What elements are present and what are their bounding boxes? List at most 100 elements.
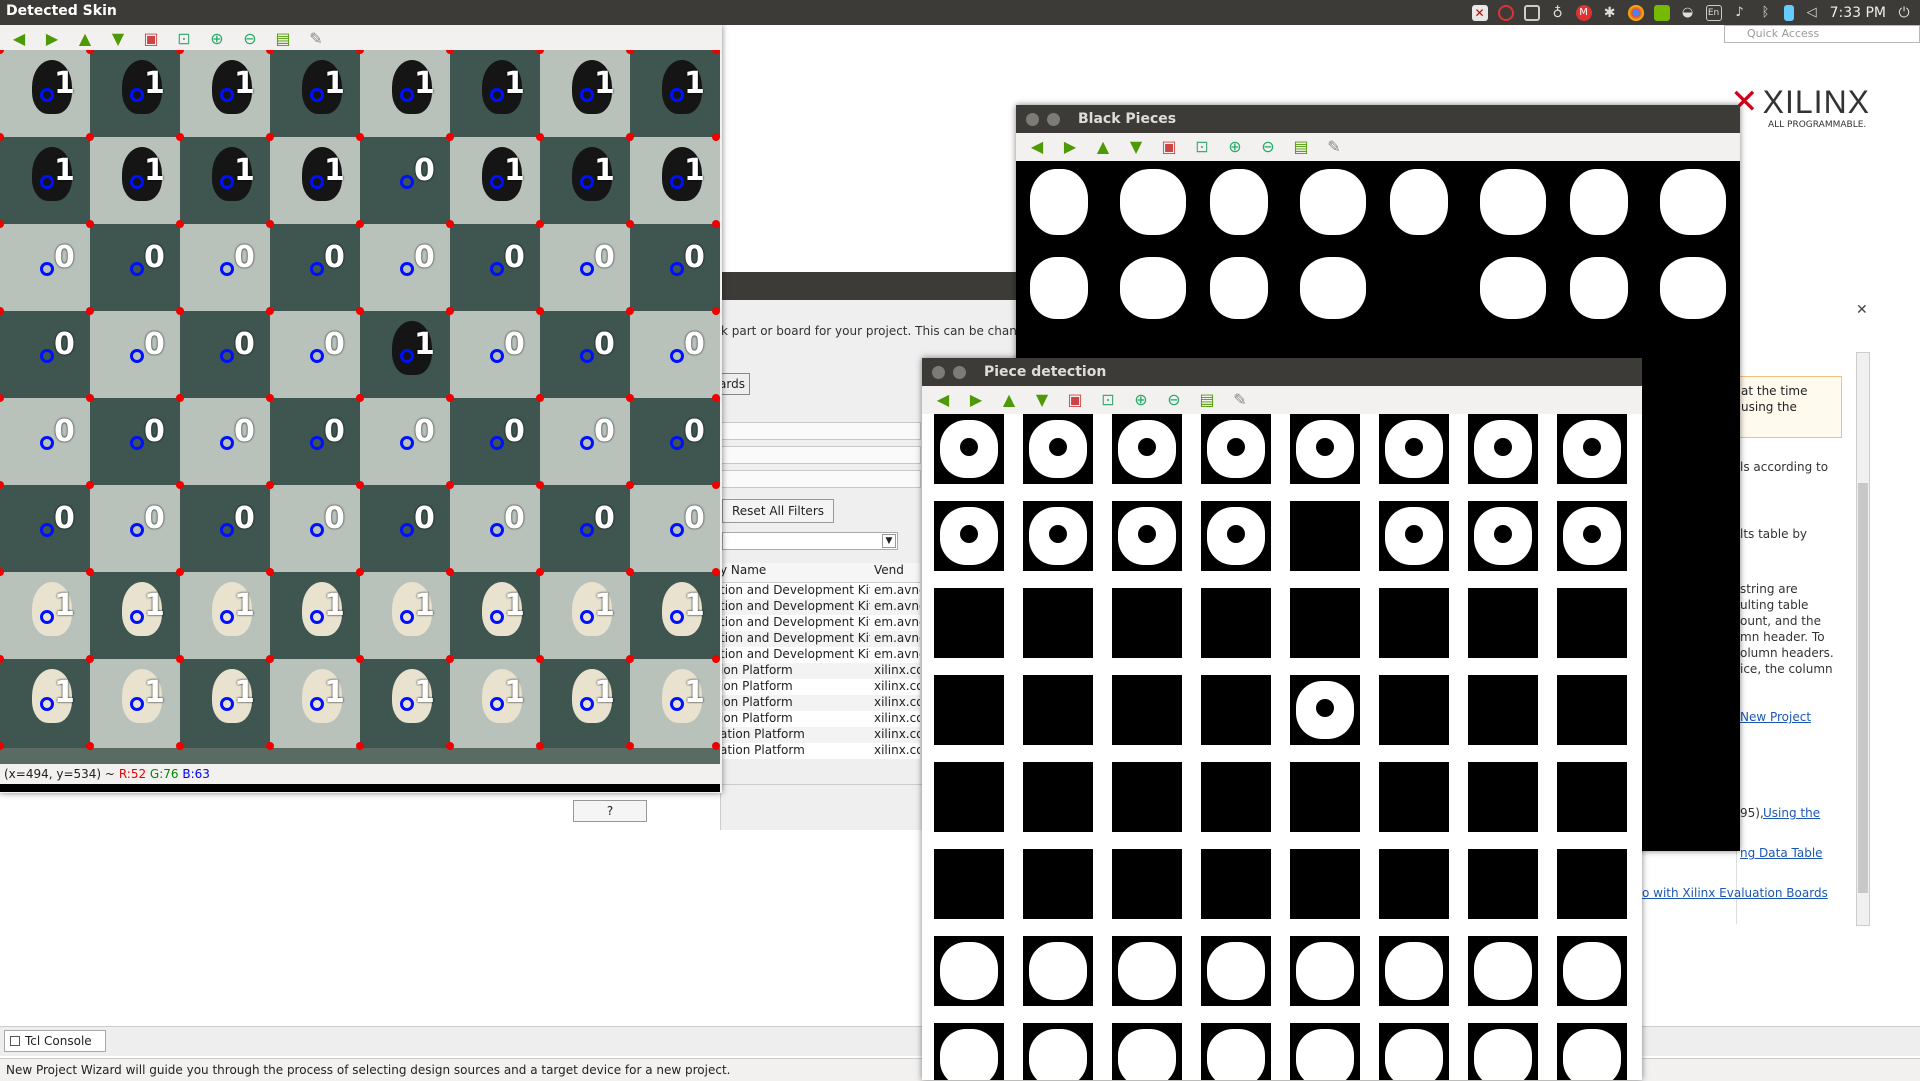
occupancy-label: 1 — [54, 588, 75, 623]
wifi-icon[interactable]: ◒ — [1680, 5, 1696, 21]
centroid-marker — [220, 697, 234, 711]
properties-icon[interactable]: ✎ — [305, 28, 327, 50]
minimize-window-icon[interactable] — [953, 366, 966, 379]
pan-left-icon[interactable]: ◀ — [1026, 136, 1048, 158]
table-row[interactable]: ation Platform xilinx.co — [720, 743, 920, 759]
table-row[interactable]: tion and Development Kit em.avne — [720, 599, 920, 615]
detection-cell — [1557, 762, 1627, 832]
pan-down-icon[interactable]: ▼ — [1125, 136, 1147, 158]
detection-cell — [1468, 1023, 1538, 1080]
scroll-thumb[interactable] — [1858, 483, 1868, 893]
centroid-marker — [40, 436, 54, 450]
table-row[interactable]: ation Platform xilinx.co — [720, 727, 920, 743]
power-icon[interactable]: ⏻ — [1896, 5, 1912, 21]
minimize-window-icon[interactable] — [1047, 113, 1060, 126]
volume-icon[interactable]: ◁ — [1804, 5, 1820, 21]
bluetooth-icon[interactable]: ᛒ — [1758, 5, 1774, 21]
close-window-icon[interactable] — [1026, 113, 1039, 126]
quick-access-input[interactable]: Quick Access — [1724, 25, 1920, 43]
properties-icon[interactable]: ✎ — [1229, 389, 1251, 411]
board-square: 0 — [540, 224, 630, 313]
detection-cell — [1112, 675, 1182, 745]
chessboard-image[interactable]: 1 1 1 1 1 1 1 1 1 1 1 1 0 1 1 1 0 0 0 0 0 0 0 0 0 0 0 0 1 0 0 0 0 0 0 0 0 0 0 0… — [0, 50, 720, 764]
separator — [721, 446, 921, 464]
pan-up-icon[interactable]: ▲ — [1092, 136, 1114, 158]
pan-right-icon[interactable]: ▶ — [965, 389, 987, 411]
zoom-in-icon[interactable]: ⊕ — [206, 28, 228, 50]
close-window-icon[interactable] — [932, 366, 945, 379]
pan-up-icon[interactable]: ▲ — [74, 28, 96, 50]
window-titlebar[interactable]: Piece detection — [922, 358, 1642, 386]
close-icon[interactable]: ✕ — [1856, 302, 1868, 318]
boards-button[interactable]: ards — [718, 373, 750, 395]
notification-icon[interactable]: ♪ — [1732, 5, 1748, 21]
board-square: 0 — [180, 485, 270, 574]
detection-cell — [1112, 762, 1182, 832]
table-row[interactable]: tion and Development Kit em.avne — [720, 615, 920, 631]
zoom-image-icon[interactable]: ▣ — [1064, 389, 1086, 411]
nvidia-icon[interactable] — [1653, 4, 1670, 21]
window-titlebar[interactable]: Black Pieces — [1016, 105, 1740, 133]
centroid-marker — [400, 262, 414, 276]
zoom-image-icon[interactable]: ▣ — [1158, 136, 1180, 158]
help-button[interactable]: ? — [573, 800, 647, 822]
properties-icon[interactable]: ✎ — [1323, 136, 1345, 158]
pan-right-icon[interactable]: ▶ — [41, 28, 63, 50]
pan-right-icon[interactable]: ▶ — [1059, 136, 1081, 158]
column-header-vendor[interactable]: Vend — [870, 563, 920, 582]
column-header-name[interactable]: y Name — [720, 563, 870, 582]
zoom-in-icon[interactable]: ⊕ — [1224, 136, 1246, 158]
keyboard-icon[interactable]: En — [1705, 4, 1722, 21]
filter-dropdown[interactable]: ▼ — [722, 532, 898, 550]
table-row[interactable]: tion and Development Kit em.avne — [720, 647, 920, 663]
image-viewer-icon[interactable] — [1523, 4, 1540, 21]
table-row[interactable]: ion Platform xilinx.co — [720, 679, 920, 695]
link-using-the[interactable]: Using the — [1763, 806, 1820, 820]
table-row[interactable]: tion and Development Kit em.avne — [720, 631, 920, 647]
chrome-icon[interactable] — [1627, 4, 1644, 21]
pan-down-icon[interactable]: ▼ — [1031, 389, 1053, 411]
zoom-in-icon[interactable]: ⊕ — [1130, 389, 1152, 411]
grid-corner-marker — [446, 307, 454, 315]
gmail-icon[interactable]: M — [1575, 4, 1592, 21]
piece-blob — [1207, 942, 1265, 1000]
indicator-icon[interactable]: ♁ — [1550, 5, 1566, 21]
battery-icon[interactable] — [1783, 4, 1794, 21]
pan-up-icon[interactable]: ▲ — [998, 389, 1020, 411]
link-new-project[interactable]: New Project — [1740, 710, 1811, 724]
zoom-out-icon[interactable]: ⊖ — [239, 28, 261, 50]
cell-name: tion and Development Kit — [720, 615, 870, 629]
chevron-down-icon[interactable]: ▼ — [882, 534, 896, 548]
zoom-out-icon[interactable]: ⊖ — [1257, 136, 1279, 158]
save-icon[interactable]: ▤ — [1196, 389, 1218, 411]
pan-left-icon[interactable]: ◀ — [932, 389, 954, 411]
detection-cell — [1290, 936, 1360, 1006]
table-row[interactable]: ion Platform xilinx.co — [720, 695, 920, 711]
link-data-table[interactable]: ng Data Table — [1740, 846, 1823, 860]
reset-filters-button[interactable]: Reset All Filters — [722, 499, 834, 523]
centroid-marker — [580, 262, 594, 276]
pan-left-icon[interactable]: ◀ — [8, 28, 30, 50]
table-row[interactable]: tion and Development Kit em.avne — [720, 583, 920, 599]
pan-down-icon[interactable]: ▼ — [107, 28, 129, 50]
table-row[interactable]: ion Platform xilinx.co — [720, 663, 920, 679]
settings-icon[interactable]: ✱ — [1602, 5, 1618, 21]
save-icon[interactable]: ▤ — [272, 28, 294, 50]
xilinx-tray-icon[interactable]: ✕ — [1471, 4, 1488, 21]
save-icon[interactable]: ▤ — [1290, 136, 1312, 158]
help-scrollbar[interactable] — [1856, 352, 1870, 926]
board-square: 1 — [540, 572, 630, 661]
zoom-fit-icon[interactable]: ⊡ — [173, 28, 195, 50]
tab-tcl-console[interactable]: Tcl Console — [4, 1030, 106, 1052]
detection-cell — [1379, 936, 1449, 1006]
zoom-fit-icon[interactable]: ⊡ — [1191, 136, 1213, 158]
grid-corner-marker — [446, 133, 454, 141]
table-row[interactable]: ion Platform xilinx.co — [720, 711, 920, 727]
zoom-fit-icon[interactable]: ⊡ — [1097, 389, 1119, 411]
zoom-out-icon[interactable]: ⊖ — [1163, 389, 1185, 411]
link-eval-boards[interactable]: o with Xilinx Evaluation Boards — [1642, 886, 1828, 900]
clock[interactable]: 7:33 PM — [1830, 5, 1886, 21]
zoom-image-icon[interactable]: ▣ — [140, 28, 162, 50]
ubuntu-one-icon[interactable] — [1497, 4, 1514, 21]
piece-blob-hole — [1049, 438, 1067, 456]
